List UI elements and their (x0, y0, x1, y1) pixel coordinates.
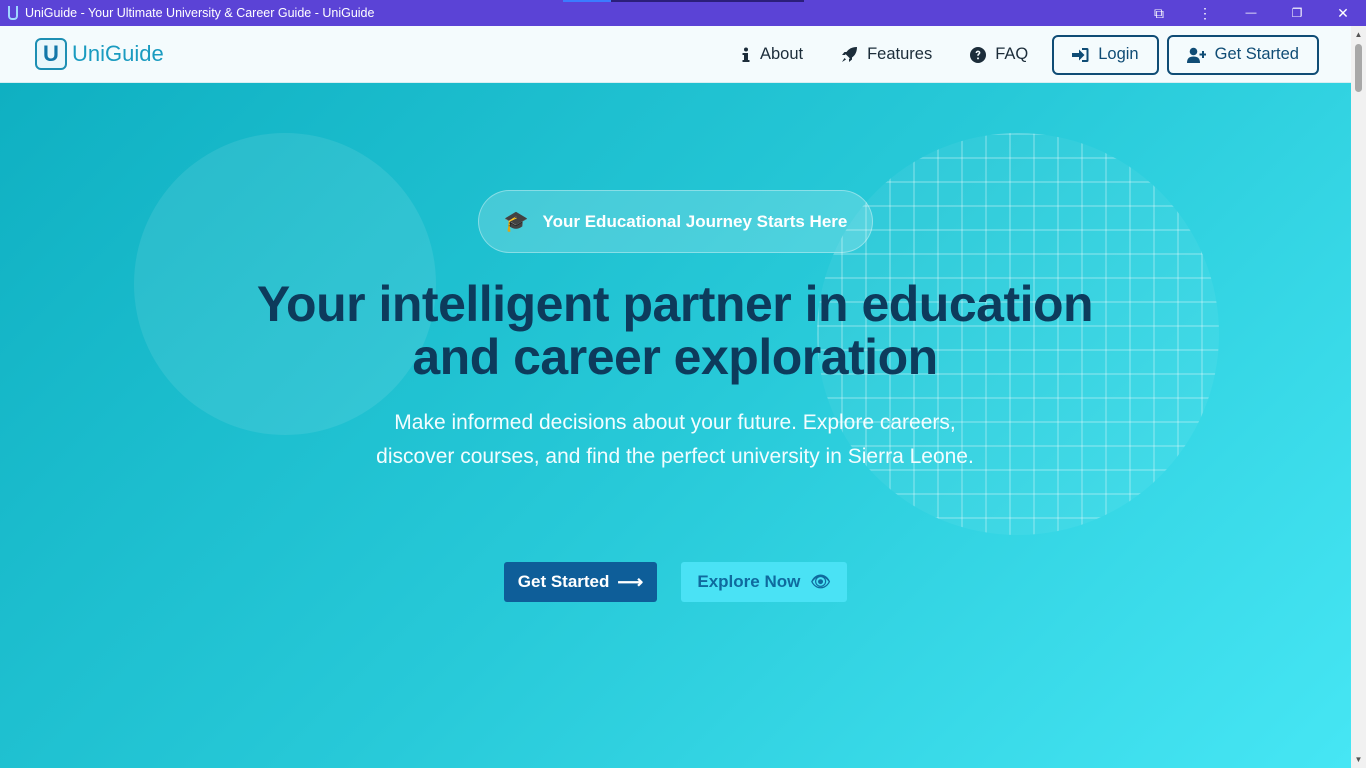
nav-link-about[interactable]: About (741, 45, 803, 64)
hero-headline-line1: Your intelligent partner in education (256, 276, 1094, 332)
get-started-nav-label: Get Started (1214, 45, 1299, 63)
scroll-up-icon[interactable]: ▲ (1351, 30, 1366, 39)
tab-indicator (563, 0, 611, 2)
get-started-button[interactable]: Get Started ⟶ (504, 562, 657, 602)
user-plus-icon (1186, 47, 1206, 63)
hero-subtext: Make informed decisions about your futur… (376, 411, 974, 468)
hero-badge: 🎓 Your Educational Journey Starts Here (478, 190, 873, 253)
nav-links: About Features FAQ Login Get Started (703, 26, 1319, 83)
vertical-scrollbar[interactable]: ▲ ▼ (1351, 26, 1366, 768)
arrow-right-icon: ⟶ (617, 571, 644, 592)
scroll-thumb[interactable] (1355, 44, 1362, 92)
nav-link-label: Features (867, 45, 933, 63)
tab-indicator-dark (611, 0, 804, 2)
nav-link-features[interactable]: Features (841, 45, 932, 64)
hero-headline: Your intelligent partner in education an… (175, 278, 1175, 384)
info-icon (742, 47, 750, 62)
minimize-button[interactable]: — (1228, 0, 1274, 26)
rocket-icon (842, 47, 858, 62)
restore-button[interactable]: ❐ (1274, 0, 1320, 26)
logo[interactable]: U UniGuide (35, 38, 164, 70)
get-started-nav-button[interactable]: Get Started (1166, 34, 1319, 75)
logo-mark-icon: U (35, 38, 67, 70)
nav-link-faq[interactable]: FAQ (970, 45, 1028, 64)
menu-icon[interactable]: ⋮ (1182, 0, 1228, 26)
close-button[interactable]: ✕ (1320, 0, 1366, 26)
window-titlebar: UniGuide - Your Ultimate University & Ca… (0, 0, 1366, 26)
extensions-icon[interactable]: ⧉ (1136, 0, 1182, 26)
sign-in-icon (1072, 47, 1089, 62)
eye-icon: 👁 (810, 574, 831, 591)
hero-headline-line2: and career exploration (412, 329, 938, 385)
window-controls: ⧉ ⋮ — ❐ ✕ (1136, 0, 1366, 26)
logo-text: UniGuide (72, 41, 164, 66)
nav-link-label: FAQ (995, 45, 1029, 63)
get-started-label: Get Started (517, 572, 610, 591)
hero-badge-text: Your Educational Journey Starts Here (542, 211, 848, 231)
login-label: Login (1098, 45, 1139, 63)
nav-link-label: About (759, 45, 804, 63)
window-title: UniGuide - Your Ultimate University & Ca… (25, 6, 375, 20)
app-icon (8, 6, 18, 20)
top-navbar: U UniGuide About Features FAQ Login Get … (0, 26, 1351, 83)
graduation-cap-icon: 🎓 (503, 211, 529, 233)
hero-section: 🎓 Your Educational Journey Starts Here Y… (0, 83, 1351, 768)
question-circle-icon (970, 46, 987, 63)
explore-now-button[interactable]: Explore Now 👁 (681, 562, 847, 602)
login-button[interactable]: Login (1052, 34, 1159, 75)
scroll-down-icon[interactable]: ▼ (1351, 755, 1366, 764)
explore-now-label: Explore Now (697, 572, 801, 591)
